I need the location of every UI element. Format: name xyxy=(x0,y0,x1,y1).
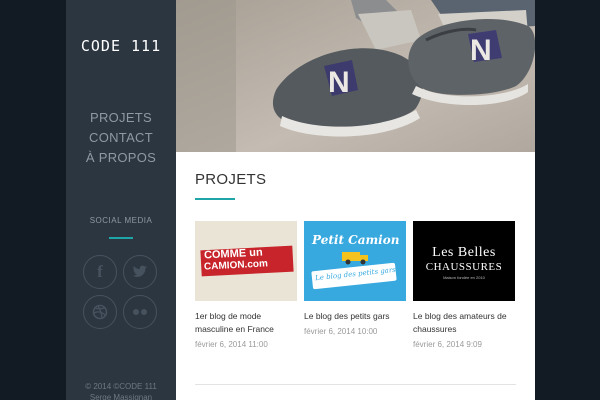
project-card[interactable]: COMME un CAMION.com 1er blog de mode mas… xyxy=(195,221,297,350)
sidebar: CODE 111 PROJETS CONTACT À PROPOS SOCIAL… xyxy=(66,0,176,400)
main-nav: PROJETS CONTACT À PROPOS xyxy=(66,108,176,168)
thumb-text: Petit Camion xyxy=(312,233,400,247)
project-title[interactable]: Le blog des amateurs de chaussures xyxy=(413,310,515,336)
twitter-icon[interactable] xyxy=(123,255,157,289)
nav-item-a-propos[interactable]: À PROPOS xyxy=(66,148,176,168)
copyright: © 2014 ©CODE 111 Serge Massignan xyxy=(66,381,176,400)
main-content: N N PROJETS COMME un CAMION.com 1er blog… xyxy=(176,0,535,400)
facebook-icon[interactable]: f xyxy=(83,255,117,289)
dribbble-icon[interactable] xyxy=(83,295,117,329)
project-thumbnail[interactable]: Les Belles CHAUSSURES Maison fondée en 2… xyxy=(413,221,515,301)
project-card[interactable]: Petit Camion Le blog des petits gars Le … xyxy=(304,221,406,337)
section-title-underline xyxy=(195,198,235,200)
site-logo[interactable]: CODE 111 xyxy=(66,37,176,55)
project-title[interactable]: 1er blog de mode masculine en France xyxy=(195,310,297,336)
nav-item-contact[interactable]: CONTACT xyxy=(66,128,176,148)
project-date: février 6, 2014 9:09 xyxy=(413,340,482,349)
section-title: PROJETS xyxy=(195,171,267,188)
thumb-text: Maison fondée en 2010 xyxy=(443,275,485,280)
flickr-icon[interactable] xyxy=(123,295,157,329)
social-divider xyxy=(109,237,133,239)
divider xyxy=(195,384,516,385)
svg-text:N: N xyxy=(328,66,350,99)
project-date: février 6, 2014 10:00 xyxy=(304,327,378,336)
project-title[interactable]: Le blog des petits gars xyxy=(304,310,406,323)
copyright-line: © 2014 ©CODE 111 xyxy=(85,382,157,391)
social-media-title: SOCIAL MEDIA xyxy=(89,216,153,225)
thumb-text: CHAUSSURES xyxy=(425,261,503,273)
project-thumbnail[interactable]: Petit Camion Le blog des petits gars xyxy=(304,221,406,301)
author-line: Serge Massignan xyxy=(89,393,153,400)
nav-item-projets[interactable]: PROJETS xyxy=(66,108,176,128)
thumb-text: Les Belles xyxy=(432,245,496,260)
hero-image: N N xyxy=(176,0,535,152)
project-thumbnail[interactable]: COMME un CAMION.com xyxy=(195,221,297,301)
project-card[interactable]: Les Belles CHAUSSURES Maison fondée en 2… xyxy=(413,221,515,350)
svg-text:N: N xyxy=(470,34,492,67)
project-date: février 6, 2014 11:00 xyxy=(195,340,268,349)
